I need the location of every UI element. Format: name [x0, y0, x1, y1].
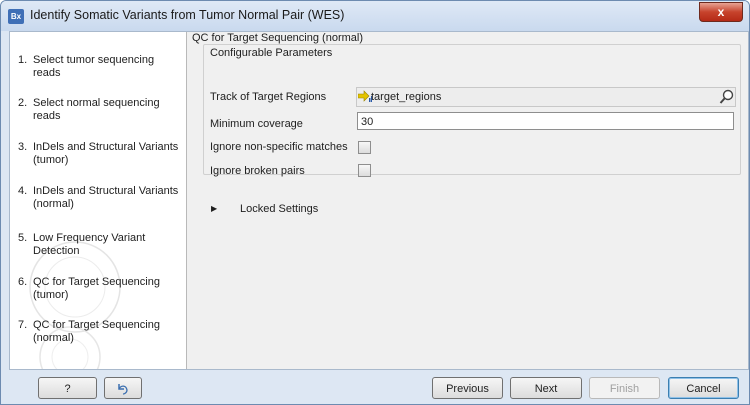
step-number: 4. [18, 185, 28, 197]
step-label: QC for Target Sequencing (normal) [33, 319, 160, 344]
step-label: Low Frequency Variant Detection [33, 232, 146, 257]
cancel-button[interactable]: Cancel [668, 377, 739, 399]
step-number: 7. [18, 319, 28, 331]
ignore-broken-checkbox[interactable] [358, 164, 371, 177]
steps-panel: 1. Select tumor sequencing reads 2. Sele… [10, 32, 187, 369]
window-title: Identify Somatic Variants from Tumor Nor… [30, 8, 345, 22]
step-number: 2. [18, 97, 28, 109]
step-label: Select tumor sequencing reads [33, 54, 155, 79]
browse-icon[interactable] [719, 89, 735, 105]
help-button[interactable]: ? [38, 377, 97, 399]
title-bar: Bx Identify Somatic Variants from Tumor … [1, 1, 749, 31]
step-number: 5. [18, 232, 28, 244]
step-number: 3. [18, 141, 28, 153]
dialog-body: 1. Select tumor sequencing reads 2. Sele… [9, 31, 749, 370]
locked-settings-label: Locked Settings [240, 203, 319, 215]
ignore-nonspecific-label: Ignore non-specific matches [210, 141, 348, 153]
reset-button[interactable] [104, 377, 142, 399]
step-number: 1. [18, 54, 28, 66]
ignore-nonspecific-checkbox[interactable] [358, 141, 371, 154]
app-icon: Bx [8, 9, 24, 24]
reset-icon [118, 384, 128, 395]
section-title: QC for Target Sequencing (normal) [192, 32, 363, 44]
step-label: InDels and Structural Variants (normal) [33, 185, 179, 210]
group-title: Configurable Parameters [210, 47, 333, 59]
step-number: 6. [18, 276, 28, 288]
track-label: Track of Target Regions [210, 91, 327, 103]
track-value: target_regions [371, 91, 442, 103]
next-button[interactable]: Next [510, 377, 582, 399]
triangle-right-icon: ▶ [211, 204, 218, 213]
configurable-parameters-group: Configurable Parameters Track of Target … [203, 44, 741, 177]
min-coverage-input[interactable]: 30 [357, 112, 734, 130]
track-icon [357, 90, 373, 102]
step-label: QC for Target Sequencing (tumor) [33, 276, 160, 301]
step-label: Select normal sequencing reads [33, 97, 160, 122]
content-panel: QC for Target Sequencing (normal) Config… [187, 32, 748, 369]
step-label: InDels and Structural Variants (tumor) [33, 141, 179, 166]
close-button[interactable]: x [699, 2, 743, 22]
finish-button[interactable]: Finish [589, 377, 660, 399]
previous-button[interactable]: Previous [432, 377, 503, 399]
min-coverage-label: Minimum coverage [210, 118, 303, 130]
ignore-broken-label: Ignore broken pairs [210, 165, 305, 177]
dialog-window: Bx Identify Somatic Variants from Tumor … [0, 0, 750, 405]
